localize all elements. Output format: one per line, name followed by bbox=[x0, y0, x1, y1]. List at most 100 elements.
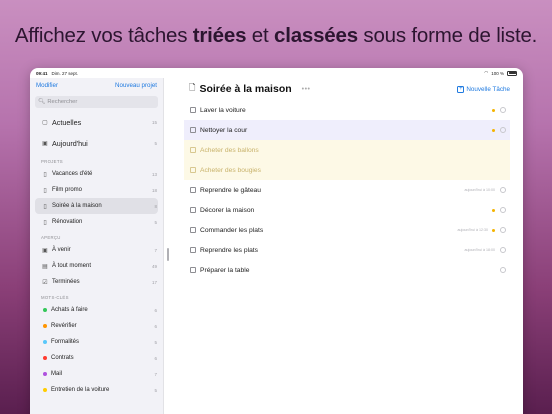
priority-dot-icon bbox=[492, 128, 495, 132]
sidebar-item-label: Achats à faire bbox=[51, 307, 88, 313]
battery-icon bbox=[507, 70, 517, 76]
task-row[interactable]: Préparer la table bbox=[184, 260, 510, 280]
tag-color-dot-icon bbox=[43, 356, 47, 360]
sidebar-item-project[interactable]: ▯ Film promo 18 bbox=[30, 182, 163, 198]
task-row[interactable]: Acheter des ballons bbox=[184, 140, 510, 160]
new-task-button[interactable]: + Nouvelle Tâche bbox=[457, 85, 510, 93]
task-label: Laver la voiture bbox=[200, 106, 246, 114]
sidebar-item-project[interactable]: ▯ Soirée à la maison 8 bbox=[35, 198, 158, 214]
sidebar-item-tag[interactable]: Achats à faire 6 bbox=[30, 302, 163, 318]
split-view-handle[interactable] bbox=[167, 248, 169, 261]
task-label: Reprendre les plats bbox=[200, 246, 258, 254]
sidebar-item-tag[interactable]: Revérifier 6 bbox=[30, 318, 163, 334]
task-label: Nettoyer la cour bbox=[200, 126, 248, 134]
sidebar-item-count: 5 bbox=[154, 387, 157, 393]
sidebar-item-label: Revérifier bbox=[51, 323, 77, 329]
sidebar-item-tag[interactable]: Mail 7 bbox=[30, 366, 163, 382]
task-due-date: aujourd'hui à 18:00 bbox=[464, 248, 495, 252]
calendar-icon: ▣ bbox=[42, 141, 48, 147]
overview-section-header: APERÇU bbox=[41, 235, 61, 240]
sidebar: Modifier Nouveau projet 🔍︎ Rechercher ▢ A… bbox=[30, 78, 164, 414]
task-row[interactable]: Reprendre le gâteau aujourd'hui à 10:00 bbox=[184, 180, 510, 200]
search-input[interactable]: 🔍︎ Rechercher bbox=[35, 96, 158, 108]
page-title: 🗋︎ Soirée à la maison bbox=[189, 82, 292, 96]
document-icon: ▯ bbox=[43, 219, 47, 226]
sidebar-item-label: Soirée à la maison bbox=[52, 203, 102, 209]
priority-dot-icon bbox=[492, 228, 495, 232]
task-status-circle-icon[interactable] bbox=[500, 267, 506, 273]
sidebar-item-overview[interactable]: ☑ Terminées 17 bbox=[30, 274, 163, 290]
new-project-button[interactable]: Nouveau projet bbox=[115, 82, 157, 89]
sidebar-item-tag[interactable]: Entretien de la voiture 5 bbox=[30, 382, 163, 398]
main-panel: 🗋︎ Soirée à la maison ••• + Nouvelle Tâc… bbox=[165, 78, 523, 414]
sidebar-item-label: Entretien de la voiture bbox=[51, 387, 110, 393]
task-checkbox[interactable] bbox=[190, 247, 196, 253]
task-label: Décorer la maison bbox=[200, 206, 255, 214]
task-row[interactable]: Décorer la maison bbox=[184, 200, 510, 220]
tray-icon: ▢ bbox=[42, 120, 48, 126]
battery-percent: 100 % bbox=[491, 70, 504, 76]
task-checkbox[interactable] bbox=[190, 267, 196, 273]
task-row[interactable]: Commander les plats aujourd'hui à 12:30 bbox=[184, 220, 510, 240]
task-checkbox[interactable] bbox=[190, 187, 196, 193]
task-row[interactable]: Acheter des bougies bbox=[184, 160, 510, 180]
priority-dot-icon bbox=[492, 108, 495, 112]
task-status-circle-icon[interactable] bbox=[500, 247, 506, 253]
task-row[interactable]: Reprendre les plats aujourd'hui à 18:00 bbox=[184, 240, 510, 260]
sidebar-item-overview[interactable]: ▣ À venir 7 bbox=[30, 242, 163, 258]
search-icon: 🔍︎ bbox=[38, 99, 46, 105]
priority-dot-icon bbox=[492, 208, 495, 212]
task-checkbox[interactable] bbox=[190, 147, 196, 153]
sidebar-item-project[interactable]: ▯ Rénovation 5 bbox=[30, 214, 163, 230]
task-checkbox[interactable] bbox=[190, 127, 196, 133]
sidebar-item-count: 8 bbox=[154, 203, 157, 209]
task-status-circle-icon[interactable] bbox=[500, 107, 506, 113]
task-checkbox[interactable] bbox=[190, 107, 196, 113]
sidebar-item-count: 15 bbox=[151, 120, 157, 125]
sidebar-item-label: Vacances d'été bbox=[52, 171, 93, 177]
task-status-circle-icon[interactable] bbox=[500, 207, 506, 213]
task-checkbox[interactable] bbox=[190, 167, 196, 173]
task-row[interactable]: Nettoyer la cour bbox=[184, 120, 510, 140]
task-label: Commander les plats bbox=[200, 226, 264, 234]
tag-color-dot-icon bbox=[43, 324, 47, 328]
task-due-date: aujourd'hui à 12:30 bbox=[457, 228, 488, 232]
sidebar-item-count: 18 bbox=[151, 187, 157, 193]
headline-text-3: sous forme de liste. bbox=[357, 24, 538, 47]
sidebar-item-tag[interactable]: Contrats 6 bbox=[30, 350, 163, 366]
sidebar-item-overview[interactable]: ▤ À tout moment 49 bbox=[30, 258, 163, 274]
task-checkbox[interactable] bbox=[190, 207, 196, 213]
sidebar-item-count: 6 bbox=[154, 355, 157, 361]
sidebar-item-label: Formalités bbox=[51, 339, 80, 345]
document-icon: ▯ bbox=[43, 187, 47, 194]
sidebar-item-today[interactable]: ▣ Aujourd'hui 5 bbox=[30, 133, 163, 154]
more-options-icon[interactable]: ••• bbox=[302, 86, 311, 93]
sidebar-item-count: 6 bbox=[154, 307, 157, 313]
status-date: Dim. 27 sept. bbox=[51, 70, 79, 76]
sidebar-item-label: À venir bbox=[52, 247, 71, 253]
inbox-icon: ▤ bbox=[42, 263, 48, 270]
status-bar: 09:41 Dim. 27 sept. ◠ 100 % bbox=[30, 68, 523, 78]
tag-color-dot-icon bbox=[43, 372, 47, 376]
document-icon: ▯ bbox=[43, 171, 47, 178]
tablet-screen: 09:41 Dim. 27 sept. ◠ 100 % Modifier Nou… bbox=[30, 68, 523, 414]
sidebar-item-count: 5 bbox=[154, 219, 157, 225]
sidebar-item-tag[interactable]: Formalités 5 bbox=[30, 334, 163, 350]
sidebar-item-label: À tout moment bbox=[52, 263, 92, 269]
task-status-circle-icon[interactable] bbox=[500, 187, 506, 193]
headline-bold-1: triées bbox=[192, 24, 247, 47]
sidebar-item-label: Aujourd'hui bbox=[52, 139, 88, 148]
task-row[interactable]: Laver la voiture bbox=[184, 100, 510, 120]
task-status-circle-icon[interactable] bbox=[500, 227, 506, 233]
modify-button[interactable]: Modifier bbox=[36, 82, 58, 89]
sidebar-item-project[interactable]: ▯ Vacances d'été 13 bbox=[30, 166, 163, 182]
task-due-date: aujourd'hui à 10:00 bbox=[464, 188, 495, 192]
sidebar-item-label: Mail bbox=[51, 371, 63, 377]
task-checkbox[interactable] bbox=[190, 227, 196, 233]
sidebar-item-count: 17 bbox=[151, 279, 157, 285]
sidebar-item-count: 49 bbox=[151, 263, 157, 269]
sidebar-item-current[interactable]: ▢ Actuelles 15 bbox=[30, 112, 163, 133]
task-label: Préparer la table bbox=[200, 266, 250, 274]
task-status-circle-icon[interactable] bbox=[500, 127, 506, 133]
calendar-icon: ▣ bbox=[42, 247, 48, 254]
